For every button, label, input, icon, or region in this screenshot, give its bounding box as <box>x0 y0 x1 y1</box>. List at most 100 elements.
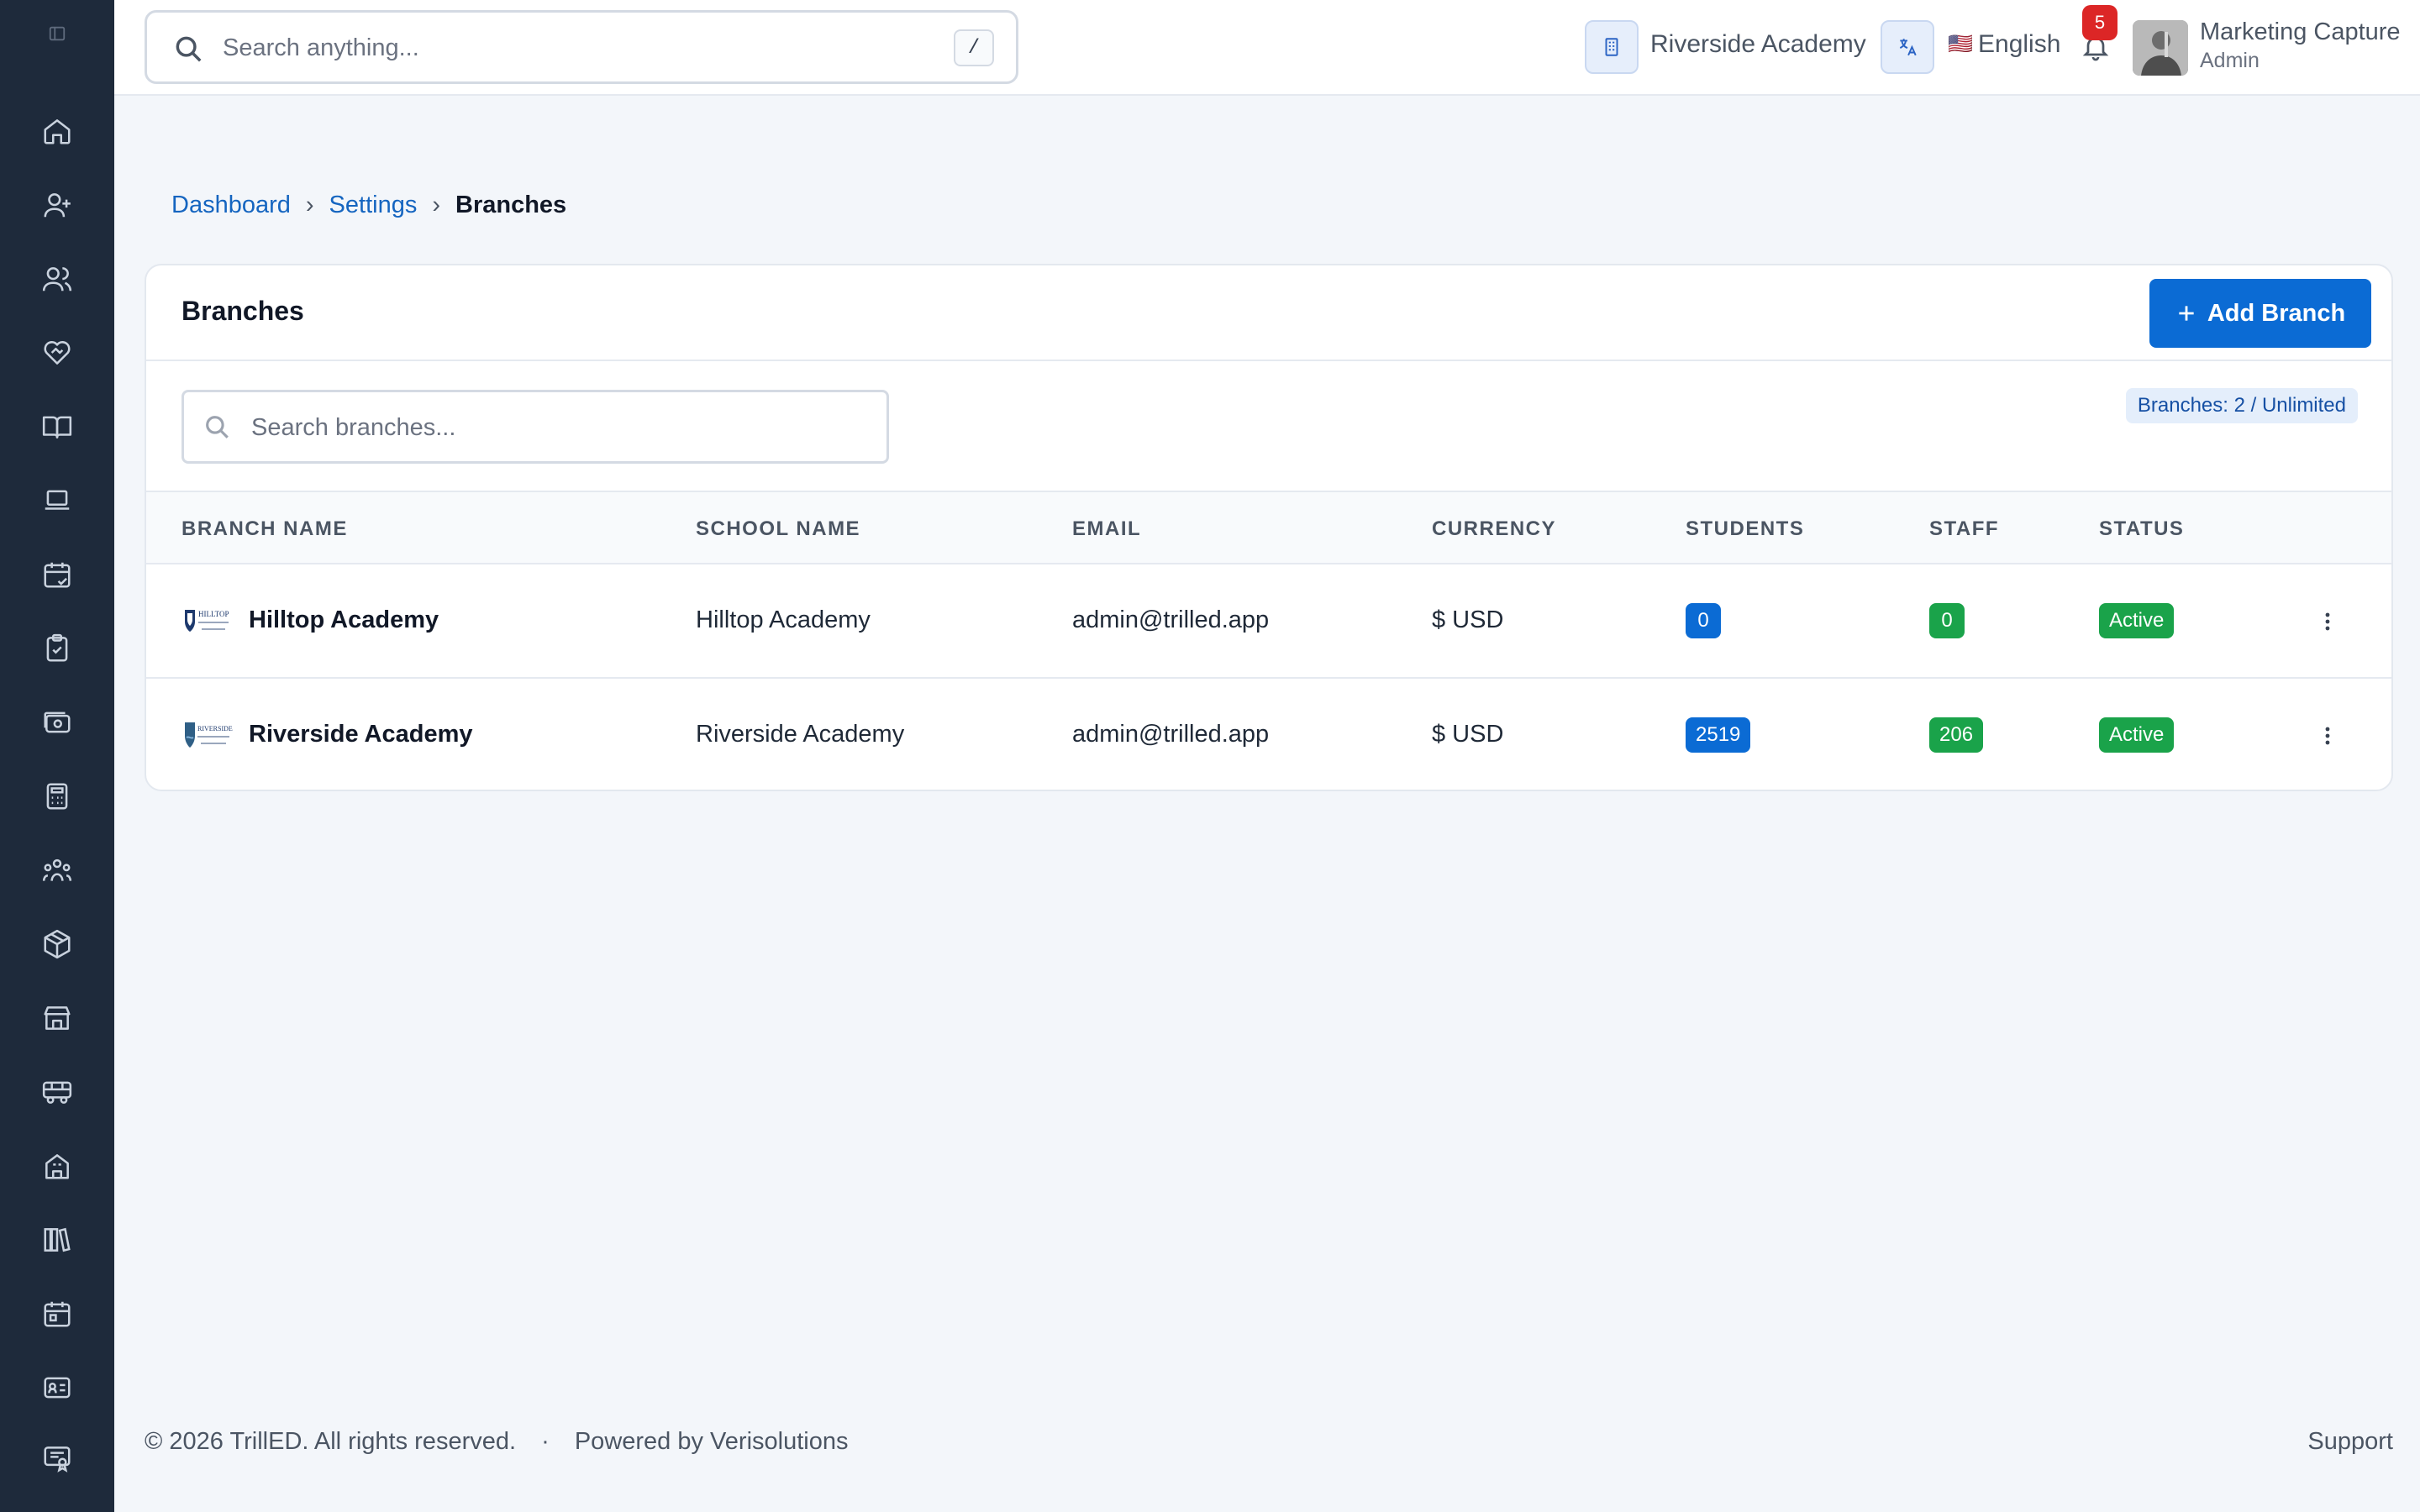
powered-by-link[interactable]: Powered by Verisolutions <box>575 1428 849 1455</box>
avatar[interactable] <box>2133 20 2188 76</box>
sidebar-item-online-classes[interactable] <box>37 480 77 521</box>
sidebar-item-academics[interactable] <box>37 407 77 447</box>
language-switcher-button[interactable] <box>1881 20 1934 74</box>
sidebar-item-guardians[interactable] <box>37 333 77 373</box>
sidebar-item-admissions[interactable] <box>37 185 77 225</box>
building-icon <box>45 1154 69 1179</box>
notification-count-badge: 5 <box>2082 5 2118 40</box>
column-header-status: Status <box>2099 517 2185 540</box>
status-badge: Active <box>2099 717 2175 753</box>
sidebar-item-hostel[interactable] <box>37 1146 77 1186</box>
support-link[interactable]: Support <box>2307 1428 2393 1456</box>
calendar-check-icon <box>44 562 71 588</box>
sidebar-item-hr[interactable] <box>37 850 77 890</box>
currency-cell: $ USD <box>1432 721 1504 748</box>
sidebar-item-certificates[interactable] <box>37 1438 77 1478</box>
global-search[interactable]: / <box>145 10 1018 84</box>
translate-icon <box>1899 39 1917 56</box>
table-header: Branch Name School Name Email Currency S… <box>146 491 2391 564</box>
top-bar: / Riverside Academy 🇺🇸 English <box>114 0 2420 96</box>
language-flag: 🇺🇸 <box>1948 33 1973 55</box>
footer-left: © 2026 TrillED. All rights reserved. · P… <box>145 1428 848 1456</box>
breadcrumb-separator: › <box>432 192 441 218</box>
branches-card: Branches Add Branch Branches: 2 / Unlimi… <box>145 264 2393 791</box>
column-header-school-name: School Name <box>696 517 861 540</box>
home-icon <box>44 119 71 144</box>
id-card-icon <box>44 1377 71 1399</box>
calendar-icon <box>44 1301 71 1327</box>
certificate-icon <box>44 1446 71 1473</box>
staff-count-badge: 206 <box>1929 717 1984 753</box>
search-icon <box>206 416 229 438</box>
sidebar-item-students[interactable] <box>37 259 77 299</box>
school-switcher-button[interactable] <box>1585 20 1639 74</box>
package-icon <box>44 929 71 959</box>
breadcrumb-current: Branches <box>455 192 567 218</box>
calculator-icon <box>46 783 68 810</box>
user-name[interactable]: Marketing Capture <box>2200 18 2401 46</box>
svg-text:HILLTOP: HILLTOP <box>198 610 229 618</box>
sidebar-item-accounting[interactable] <box>37 776 77 816</box>
breadcrumb: Dashboard › Settings › Branches <box>171 192 566 219</box>
plus-icon <box>2179 306 2194 321</box>
global-search-input[interactable] <box>221 28 910 68</box>
sidebar-item-store[interactable] <box>37 998 77 1038</box>
table-row[interactable]: RIVERSIDE Riverside Academy Riverside Ac… <box>146 679 2391 790</box>
email-cell: admin@trilled.app <box>1072 721 1270 748</box>
bus-icon <box>42 1081 72 1104</box>
heart-handshake-icon <box>44 341 71 365</box>
search-shortcut-hint: / <box>954 29 994 66</box>
branch-name[interactable]: Hilltop Academy <box>249 606 439 634</box>
breadcrumb-link-dashboard[interactable]: Dashboard <box>171 192 291 219</box>
store-icon <box>44 1006 71 1030</box>
sidebar-toggle-icon[interactable] <box>47 24 67 44</box>
column-header-branch-name: Branch Name <box>182 517 348 540</box>
school-name[interactable]: Riverside Academy <box>1650 30 1866 59</box>
laptop-icon <box>45 490 70 510</box>
banknote-icon <box>44 711 71 733</box>
branch-search-input[interactable] <box>250 407 855 448</box>
sidebar-item-attendance[interactable] <box>37 554 77 595</box>
card-header: Branches Add Branch <box>146 265 2391 361</box>
students-count-badge: 2519 <box>1686 717 1751 753</box>
user-plus-icon <box>44 193 71 218</box>
library-icon <box>44 1227 71 1252</box>
add-branch-label: Add Branch <box>2207 299 2346 327</box>
sidebar-item-events[interactable] <box>37 1294 77 1334</box>
book-open-icon <box>42 416 72 438</box>
branch-search[interactable] <box>182 390 889 464</box>
column-header-staff: Staff <box>1929 517 2000 540</box>
clipboard-check-icon <box>46 633 68 662</box>
svg-text:RIVERSIDE: RIVERSIDE <box>197 725 233 732</box>
status-badge: Active <box>2099 603 2175 638</box>
sidebar-item-fees[interactable] <box>37 702 77 743</box>
branch-name[interactable]: Riverside Academy <box>249 721 473 748</box>
column-header-students: Students <box>1686 517 1805 540</box>
footer-separator: · <box>541 1428 550 1455</box>
add-branch-button[interactable]: Add Branch <box>2149 279 2371 348</box>
sidebar-item-transport[interactable] <box>37 1072 77 1112</box>
sidebar-item-id-cards[interactable] <box>37 1368 77 1408</box>
building-icon <box>1605 38 1618 56</box>
sidebar-item-inventory[interactable] <box>37 924 77 964</box>
staff-count-badge: 0 <box>1929 603 1965 638</box>
users-icon <box>42 267 72 291</box>
breadcrumb-link-settings[interactable]: Settings <box>329 192 418 219</box>
sidebar-item-exams[interactable] <box>37 628 77 669</box>
column-header-currency: Currency <box>1432 517 1557 540</box>
language-label[interactable]: English <box>1978 30 2060 59</box>
students-count-badge: 0 <box>1686 603 1721 638</box>
currency-cell: $ USD <box>1432 606 1504 633</box>
more-vertical-icon[interactable] <box>2314 608 2341 635</box>
table-row[interactable]: HILLTOP Hilltop Academy Hilltop Academy … <box>146 564 2391 679</box>
more-vertical-icon[interactable] <box>2314 722 2341 749</box>
card-title: Branches <box>182 296 304 326</box>
riverside-logo-icon: RIVERSIDE <box>185 722 233 748</box>
school-name-cell: Hilltop Academy <box>696 606 871 633</box>
copyright-text: © 2026 TrillED. All rights reserved. <box>145 1428 517 1455</box>
breadcrumb-separator: › <box>305 192 314 218</box>
sidebar-item-home[interactable] <box>37 111 77 151</box>
sidebar <box>0 0 114 1512</box>
email-cell: admin@trilled.app <box>1072 606 1270 633</box>
sidebar-item-library[interactable] <box>37 1220 77 1260</box>
